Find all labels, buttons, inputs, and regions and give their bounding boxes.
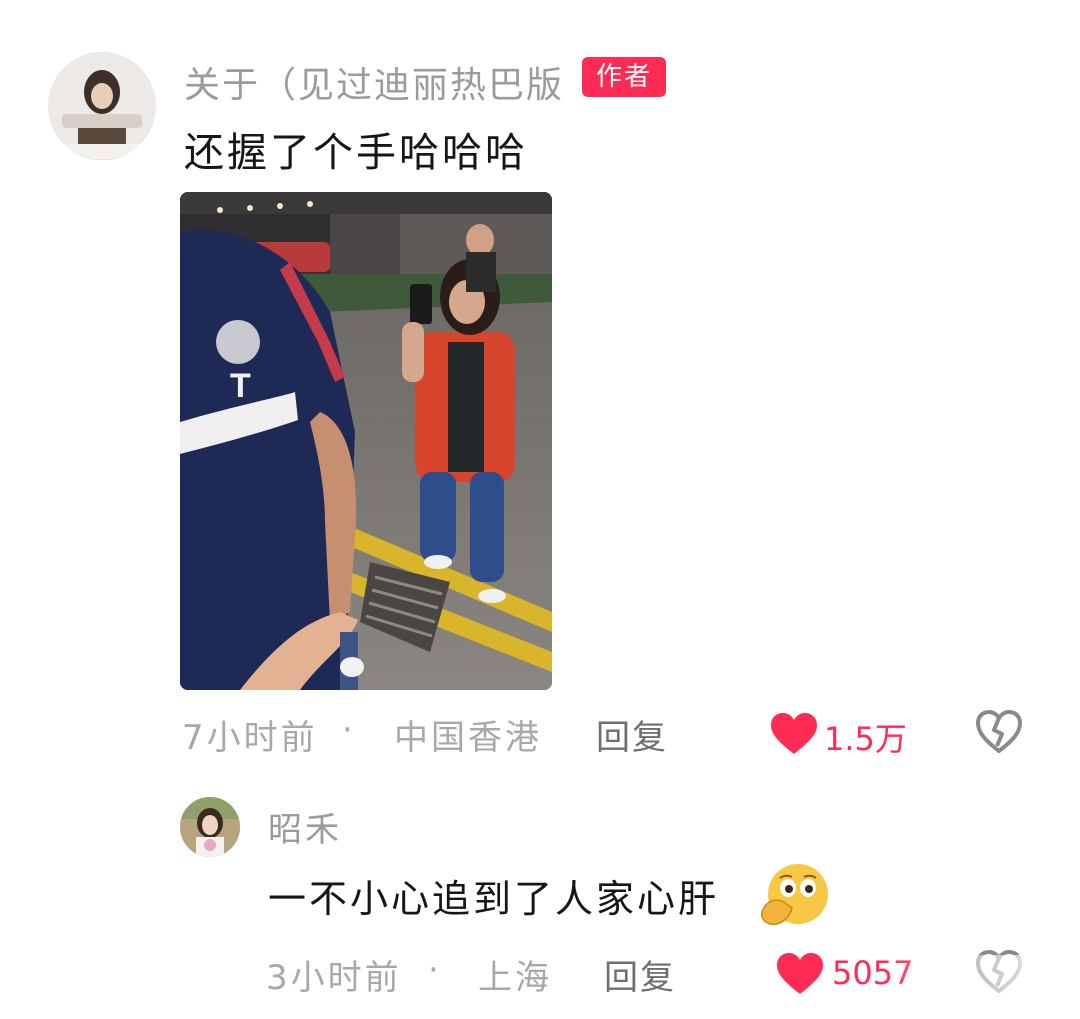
like-button[interactable] <box>770 712 818 760</box>
dislike-button[interactable] <box>976 710 1022 758</box>
avatar-image <box>48 52 156 160</box>
meta-separator: · <box>342 710 356 750</box>
heart-filled-icon <box>771 713 817 754</box>
reply-avatar[interactable] <box>180 797 240 857</box>
like-count: 1.5万 <box>824 720 907 758</box>
avatar-image <box>180 797 240 857</box>
reply-button[interactable]: 回复 <box>604 950 676 999</box>
comment-image[interactable]: T <box>180 192 552 690</box>
reply-time: 3小时前 <box>266 958 402 998</box>
emoji-icon <box>761 864 828 926</box>
comment-time: 7小时前 <box>182 718 318 758</box>
reply-location: 上海 <box>478 958 552 998</box>
comment-text: 还握了个手哈哈哈 <box>184 130 528 176</box>
reply-button[interactable]: 回复 <box>596 710 668 759</box>
avatar[interactable] <box>48 52 156 160</box>
svg-text:T: T <box>230 367 251 405</box>
bottom-fade-overlay <box>880 955 1080 1019</box>
broken-heart-icon <box>976 710 1022 753</box>
comment-photo: T <box>180 192 552 690</box>
comment-meta: 7小时前 · 中国香港 回复 1.5万 <box>182 710 1042 759</box>
heart-filled-icon <box>777 953 823 994</box>
meta-separator: · <box>428 950 442 990</box>
author-badge: 作者 <box>582 57 666 97</box>
reply-username[interactable]: 昭禾 <box>268 802 342 851</box>
hand-over-mouth-emoji <box>758 862 830 928</box>
comment-username[interactable]: 关于（见过迪丽热巴版 <box>184 56 564 108</box>
like-button[interactable] <box>776 952 824 1000</box>
reply-text: 一不小心追到了人家心肝 <box>268 877 720 921</box>
comment-location: 中国香港 <box>394 718 542 758</box>
